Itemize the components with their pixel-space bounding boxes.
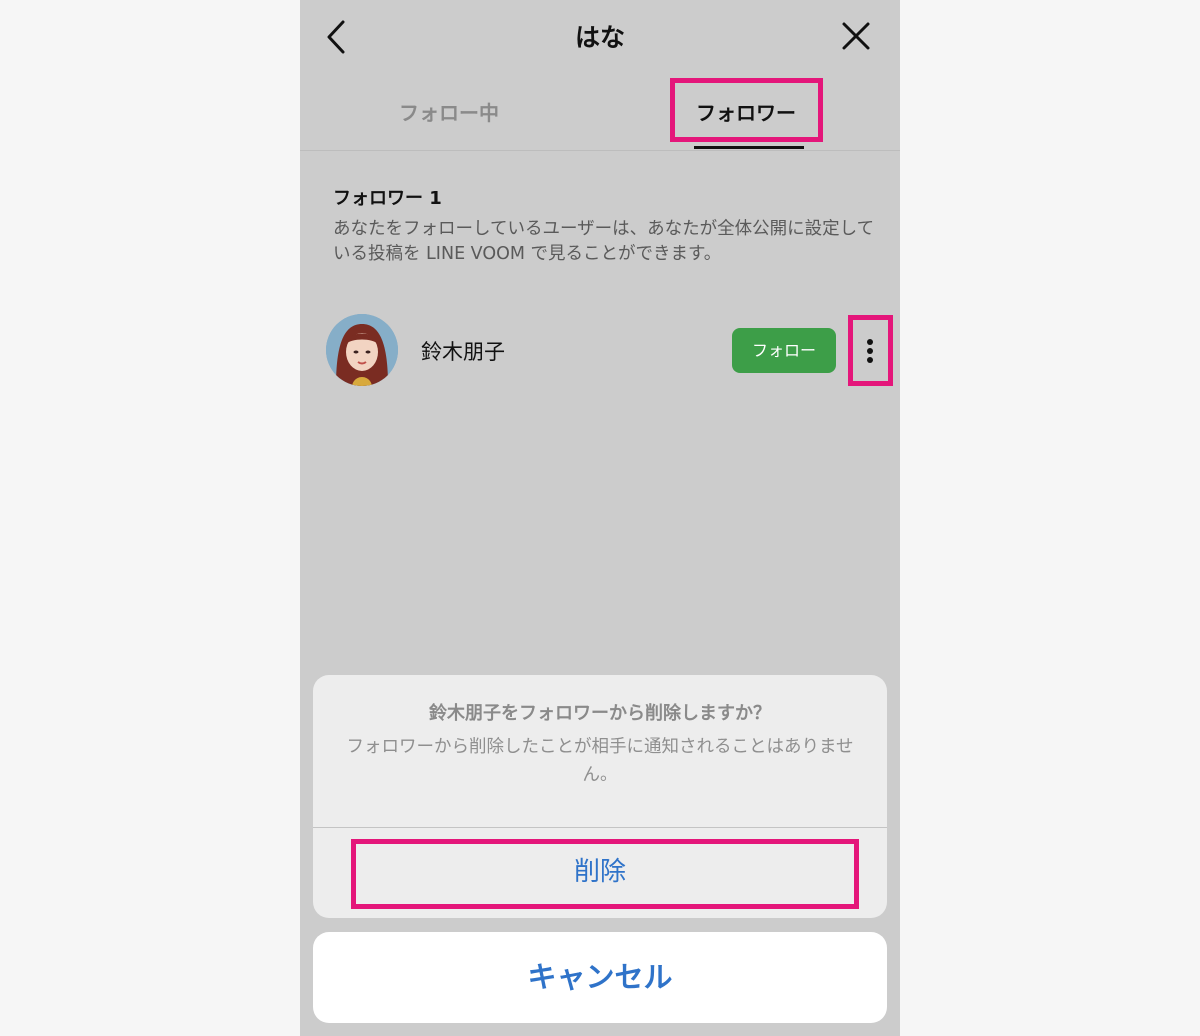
tab-bar: フォロー中 フォロワー [300,75,900,151]
cancel-button[interactable]: キャンセル [313,932,887,1023]
section-description: あなたをフォローしているユーザーは、あなたが全体公開に設定している投稿を LIN… [333,219,875,264]
highlight-box-more [848,315,893,386]
avatar[interactable] [326,314,398,386]
phone-screen: はな フォロー中 フォロワー フォロワー 1 あなたをフォローしているユーザーは… [300,0,900,1036]
tab-following[interactable]: フォロー中 [399,97,499,126]
highlight-box-delete [351,839,859,909]
dialog-message: フォロワーから削除したことが相手に通知されることはありません。 [346,737,854,785]
confirm-dialog: 鈴木朋子をフォロワーから削除しますか？ フォロワーから削除したことが相手に通知さ… [313,675,887,918]
active-tab-indicator [694,146,804,149]
highlight-box-tab [670,78,823,142]
dialog-title: 鈴木朋子をフォロワーから削除しますか？ [429,703,771,724]
close-icon[interactable] [840,20,872,52]
page-title: はな [574,23,625,52]
section-title: フォロワー 1 [333,188,442,209]
header: はな [300,0,900,75]
follow-button[interactable]: フォロー [732,328,836,373]
follower-name: 鈴木朋子 [421,340,505,364]
